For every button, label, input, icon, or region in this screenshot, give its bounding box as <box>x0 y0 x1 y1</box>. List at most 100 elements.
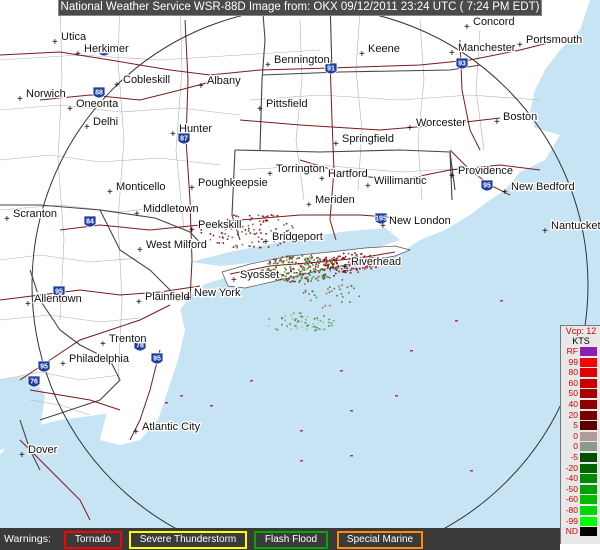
legend-value: -20 <box>565 462 578 473</box>
legend-swatch <box>580 378 597 388</box>
city-hunter: + Hunter <box>170 122 214 140</box>
legend-row: 80 <box>561 367 600 378</box>
legend-row: ND <box>561 526 600 537</box>
city-middletown: + Middletown <box>134 202 200 220</box>
city-marker-icon: + <box>189 225 195 236</box>
city-marker-icon: + <box>114 80 120 91</box>
city-label: Hunter <box>179 123 212 135</box>
city-springfield: + Springfield <box>333 132 395 150</box>
legend-row: 99 <box>561 357 600 368</box>
legend-swatch <box>580 347 597 356</box>
legend-row: 0 <box>561 431 600 442</box>
city-label: Trenton <box>109 333 147 345</box>
warning-tornado[interactable]: Tornado <box>64 531 122 549</box>
city-label: Allentown <box>34 293 82 305</box>
city-willimantic: + Willimantic <box>365 174 428 192</box>
city-pittsfield: + Pittsfield <box>257 97 309 115</box>
city-label: Manchester <box>458 42 516 54</box>
legend-value: 40 <box>568 398 578 409</box>
city-marker-icon: + <box>359 49 365 60</box>
legend-row: 60 <box>561 378 600 389</box>
city-marker-icon: + <box>306 200 312 211</box>
city-marker-icon: + <box>19 450 25 461</box>
city-hartford: + Hartford <box>319 167 369 185</box>
legend-swatch <box>580 484 597 494</box>
city-marker-icon: + <box>365 181 371 192</box>
legend-swatch <box>580 368 597 378</box>
legend-value: 80 <box>568 367 578 378</box>
legend-row: -50 <box>561 484 600 495</box>
city-marker-icon: + <box>185 293 191 304</box>
legend-value: -60 <box>565 494 578 505</box>
highway-number: 93 <box>458 61 466 68</box>
city-marker-icon: + <box>60 359 66 370</box>
city-label: Springfield <box>342 133 394 145</box>
city-label: New York <box>194 287 241 299</box>
highway-shield-icon: 88 <box>92 86 106 99</box>
legend-row: 40 <box>561 399 600 410</box>
highway-number: 91 <box>327 66 335 73</box>
city-marker-icon: + <box>133 427 139 438</box>
city-marker-icon: + <box>380 221 386 232</box>
legend-swatch <box>580 516 597 526</box>
legend-swatch <box>580 389 597 399</box>
city-label: Bridgeport <box>272 231 323 243</box>
city-marker-icon: + <box>67 104 73 115</box>
highway-shield-icon: 84 <box>83 215 97 228</box>
city-marker-icon: + <box>333 139 339 150</box>
legend-value: 60 <box>568 377 578 388</box>
city-marker-icon: + <box>52 37 58 48</box>
city-label: Atlantic City <box>142 421 201 433</box>
legend-swatch <box>580 357 597 367</box>
legend-value: 0 <box>573 441 578 452</box>
warning-special-marine[interactable]: Special Marine <box>337 531 423 549</box>
legend-swatch <box>580 495 597 505</box>
legend-value: -40 <box>565 473 578 484</box>
legend-swatch <box>580 431 597 441</box>
highway-number: 88 <box>95 90 103 97</box>
city-label: New Bedford <box>511 181 575 193</box>
city-label: Torrington <box>276 163 325 175</box>
city-marker-icon: + <box>170 129 176 140</box>
legend-row: 20 <box>561 410 600 421</box>
legend-row: -60 <box>561 494 600 505</box>
city-marker-icon: + <box>231 275 237 286</box>
legend-swatch <box>580 452 597 462</box>
city-delhi: + Delhi <box>84 115 119 133</box>
city-marker-icon: + <box>4 214 10 225</box>
city-torrington: + Torrington <box>267 162 326 180</box>
highway-number: 95 <box>153 356 161 363</box>
legend-swatch <box>580 442 597 452</box>
city-marker-icon: + <box>136 297 142 308</box>
city-norwich: + Norwich <box>17 87 67 105</box>
highway-shield-icon: 95 <box>37 360 51 373</box>
city-marker-icon: + <box>189 183 195 194</box>
city-marker-icon: + <box>134 209 140 220</box>
city-label: Meriden <box>315 194 355 206</box>
legend-swatch <box>580 505 597 515</box>
city-marker-icon: + <box>198 81 204 92</box>
city-label: Portsmouth <box>526 34 582 46</box>
warning-severe-thunderstorm[interactable]: Severe Thunderstorm <box>129 531 247 549</box>
city-label: Norwich <box>26 88 66 100</box>
city-label: Boston <box>503 111 537 123</box>
city-label: Poughkeepsie <box>198 177 268 189</box>
highway-number: 87 <box>180 136 188 143</box>
city-label: Concord <box>473 16 515 28</box>
city-label: Albany <box>207 75 241 87</box>
city-marker-icon: + <box>84 122 90 133</box>
city-label: Philadelphia <box>69 353 130 365</box>
city-meriden: + Meriden <box>306 193 356 211</box>
city-peekskill: + Peekskill <box>189 218 243 236</box>
city-utica: + Utica <box>52 30 88 48</box>
legend-value: 5 <box>573 420 578 431</box>
legend-row: -20 <box>561 463 600 474</box>
warning-flash-flood[interactable]: Flash Flood <box>254 531 328 549</box>
city-label: Hartford <box>328 168 368 180</box>
city-scranton: + Scranton <box>4 207 58 225</box>
legend-value: ND <box>565 526 578 537</box>
city-allentown: + Allentown <box>25 292 83 310</box>
legend-units: KTS <box>572 336 590 346</box>
city-label: Cobleskill <box>123 74 170 86</box>
legend-vcp: Vcp: 12 <box>565 326 597 336</box>
